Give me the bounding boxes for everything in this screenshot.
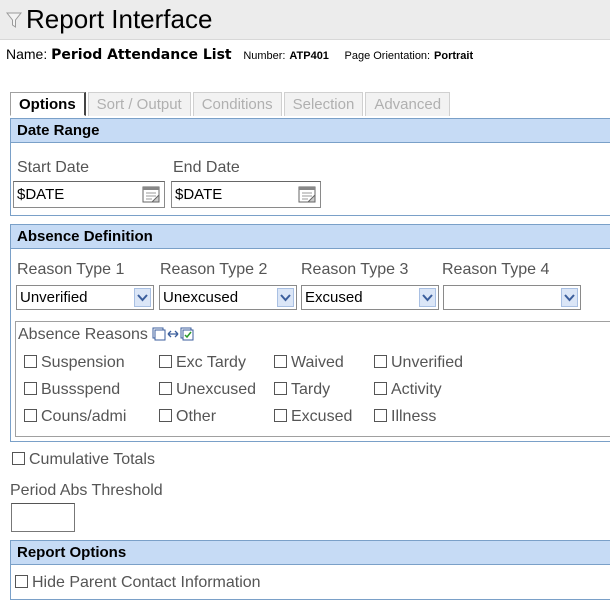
end-date-field[interactable]: $DATE <box>171 181 321 208</box>
reason-bussspend-checkbox[interactable]: Bussspend <box>24 381 120 399</box>
report-info-bar: Name: Period Attendance List Number: ATP… <box>0 46 610 68</box>
start-date-field[interactable]: $DATE <box>13 181 165 208</box>
reason-type-2-label: Reason Type 2 <box>160 261 268 278</box>
chevron-down-icon[interactable] <box>134 288 151 307</box>
reason-couns-admi-checkbox[interactable]: Couns/admi <box>24 408 126 426</box>
report-number: ATP401 <box>289 50 329 62</box>
hide-parent-contact-checkbox[interactable]: Hide Parent Contact Information <box>15 574 261 592</box>
reason-type-1-label: Reason Type 1 <box>17 261 125 278</box>
reason-type-2-select[interactable]: Unexcused <box>159 285 297 310</box>
end-date-label: End Date <box>173 159 240 176</box>
start-date-value: $DATE <box>17 186 65 203</box>
reason-activity-checkbox[interactable]: Activity <box>374 381 442 399</box>
filter-icon <box>6 12 22 28</box>
reason-type-4-label: Reason Type 4 <box>442 261 550 278</box>
reason-type-3-value: Excused <box>305 289 363 306</box>
tab-advanced[interactable]: Advanced <box>365 92 451 116</box>
absence-reasons-group: Absence Reasons Suspension Exc Tardy Wai… <box>15 321 610 437</box>
start-date-label: Start Date <box>17 159 90 176</box>
reason-type-3-select[interactable]: Excused <box>301 285 439 310</box>
tab-conditions[interactable]: Conditions <box>192 92 282 116</box>
report-name: Period Attendance List <box>51 47 232 63</box>
report-options-heading: Report Options <box>11 541 610 565</box>
calendar-icon[interactable] <box>298 186 316 203</box>
name-label: Name: <box>6 46 48 62</box>
chevron-down-icon[interactable] <box>419 288 436 307</box>
chevron-down-icon[interactable] <box>561 288 578 307</box>
cumulative-totals-checkbox[interactable]: Cumulative Totals <box>12 451 155 469</box>
page-title: Report Interface <box>26 4 213 34</box>
reason-type-2-value: Unexcused <box>163 289 239 306</box>
tab-selection[interactable]: Selection <box>283 92 364 116</box>
reason-excused-checkbox[interactable]: Excused <box>274 408 352 426</box>
reason-type-3-label: Reason Type 3 <box>301 261 409 278</box>
reason-exc-tardy-checkbox[interactable]: Exc Tardy <box>159 354 246 372</box>
chevron-down-icon[interactable] <box>277 288 294 307</box>
reason-unverified-checkbox[interactable]: Unverified <box>374 354 463 372</box>
threshold-label: Period Abs Threshold <box>10 482 163 499</box>
reason-type-4-select[interactable] <box>443 285 581 310</box>
reason-type-1-value: Unverified <box>20 289 88 306</box>
reason-unexcused-checkbox[interactable]: Unexcused <box>159 381 256 399</box>
reason-illness-checkbox[interactable]: Illness <box>374 408 436 426</box>
reason-other-checkbox[interactable]: Other <box>159 408 216 426</box>
date-range-heading: Date Range <box>11 119 610 143</box>
cumulative-totals-label: Cumulative Totals <box>29 451 155 468</box>
threshold-input[interactable] <box>11 503 75 532</box>
reason-suspension-checkbox[interactable]: Suspension <box>24 354 125 372</box>
reason-waived-checkbox[interactable]: Waived <box>274 354 344 372</box>
absence-reasons-label: Absence Reasons <box>18 326 194 344</box>
reason-type-1-select[interactable]: Unverified <box>16 285 154 310</box>
tab-options[interactable]: Options <box>10 92 86 116</box>
number-label: Number: <box>243 50 286 62</box>
tab-sort-output[interactable]: Sort / Output <box>87 92 191 116</box>
absence-definition-section: Absence Definition Reason Type 1 Reason … <box>10 224 610 442</box>
report-options-section: Report Options Hide Parent Contact Infor… <box>10 540 610 600</box>
orientation-label: Page Orientation: <box>344 50 431 62</box>
calendar-icon[interactable] <box>142 186 160 203</box>
end-date-value: $DATE <box>175 186 223 203</box>
hide-parent-contact-label: Hide Parent Contact Information <box>32 574 261 591</box>
absence-definition-heading: Absence Definition <box>11 225 610 249</box>
title-bar: Report Interface <box>0 0 610 40</box>
date-range-section: Date Range Start Date End Date $DATE $DA… <box>10 118 610 216</box>
tab-bar: Options Sort / Output Conditions Selecti… <box>10 92 452 117</box>
select-all-toggle-icon[interactable] <box>152 327 194 341</box>
orientation-value: Portrait <box>434 50 474 62</box>
reason-tardy-checkbox[interactable]: Tardy <box>274 381 330 399</box>
